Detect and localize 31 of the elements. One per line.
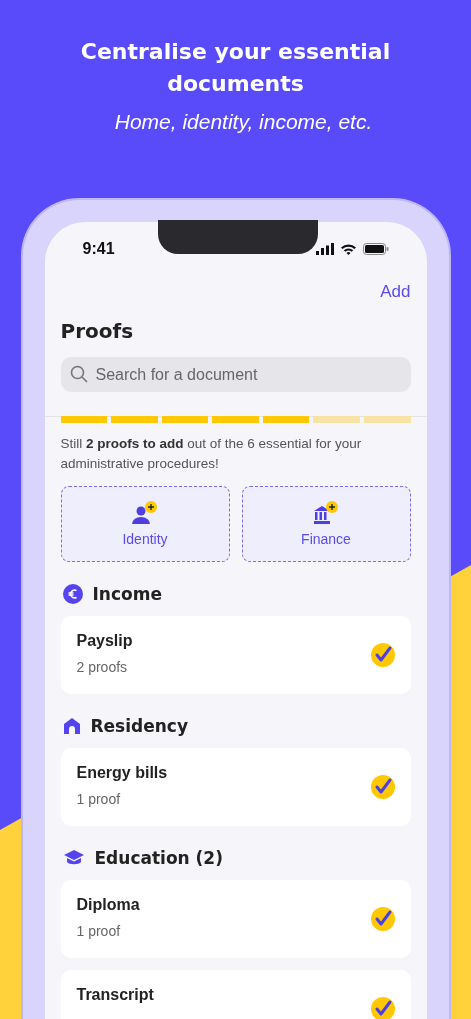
- wifi-icon: [339, 243, 357, 255]
- graduation-cap-icon: [62, 849, 85, 867]
- add-proof-button[interactable]: Identity: [60, 486, 230, 562]
- house-icon: [62, 717, 81, 735]
- person-add-icon: [131, 501, 159, 525]
- page-title: Proofs: [60, 319, 135, 345]
- search-field[interactable]: Search for a document: [60, 357, 411, 392]
- progress-message: Still 2 proofs to add out of the 6 essential for your administrative procedures!: [60, 435, 363, 473]
- document-card[interactable]: Transcript: [60, 970, 411, 1019]
- euro-icon: [62, 584, 83, 604]
- section-title: Education (2): [94, 848, 223, 868]
- section-title: Income: [92, 584, 162, 604]
- document-card[interactable]: Diploma 1 proof: [60, 880, 411, 958]
- section-title: Residency: [90, 716, 189, 736]
- battery-icon: [362, 243, 389, 255]
- status-time: 9:41: [82, 240, 115, 258]
- signal-icon: [315, 243, 334, 255]
- add-proof-button[interactable]: Finance: [241, 486, 411, 562]
- document-title: Diploma: [76, 896, 140, 914]
- headline: Centralise your essential documents: [79, 38, 392, 98]
- proof-count: 2 proofs: [76, 659, 129, 675]
- proof-count: 1 proof: [76, 791, 122, 807]
- bank-add-icon: [312, 501, 340, 525]
- document-title: Payslip: [76, 632, 133, 650]
- document-card[interactable]: Energy bills 1 proof: [60, 748, 411, 826]
- proof-count: 1 proof: [76, 923, 122, 939]
- add-link[interactable]: Add: [380, 282, 411, 302]
- subheadline: Home, identity, income, etc.: [114, 110, 373, 134]
- document-card[interactable]: Payslip 2 proofs: [60, 616, 411, 694]
- document-title: Energy bills: [76, 764, 168, 782]
- document-title: Transcript: [76, 986, 154, 1004]
